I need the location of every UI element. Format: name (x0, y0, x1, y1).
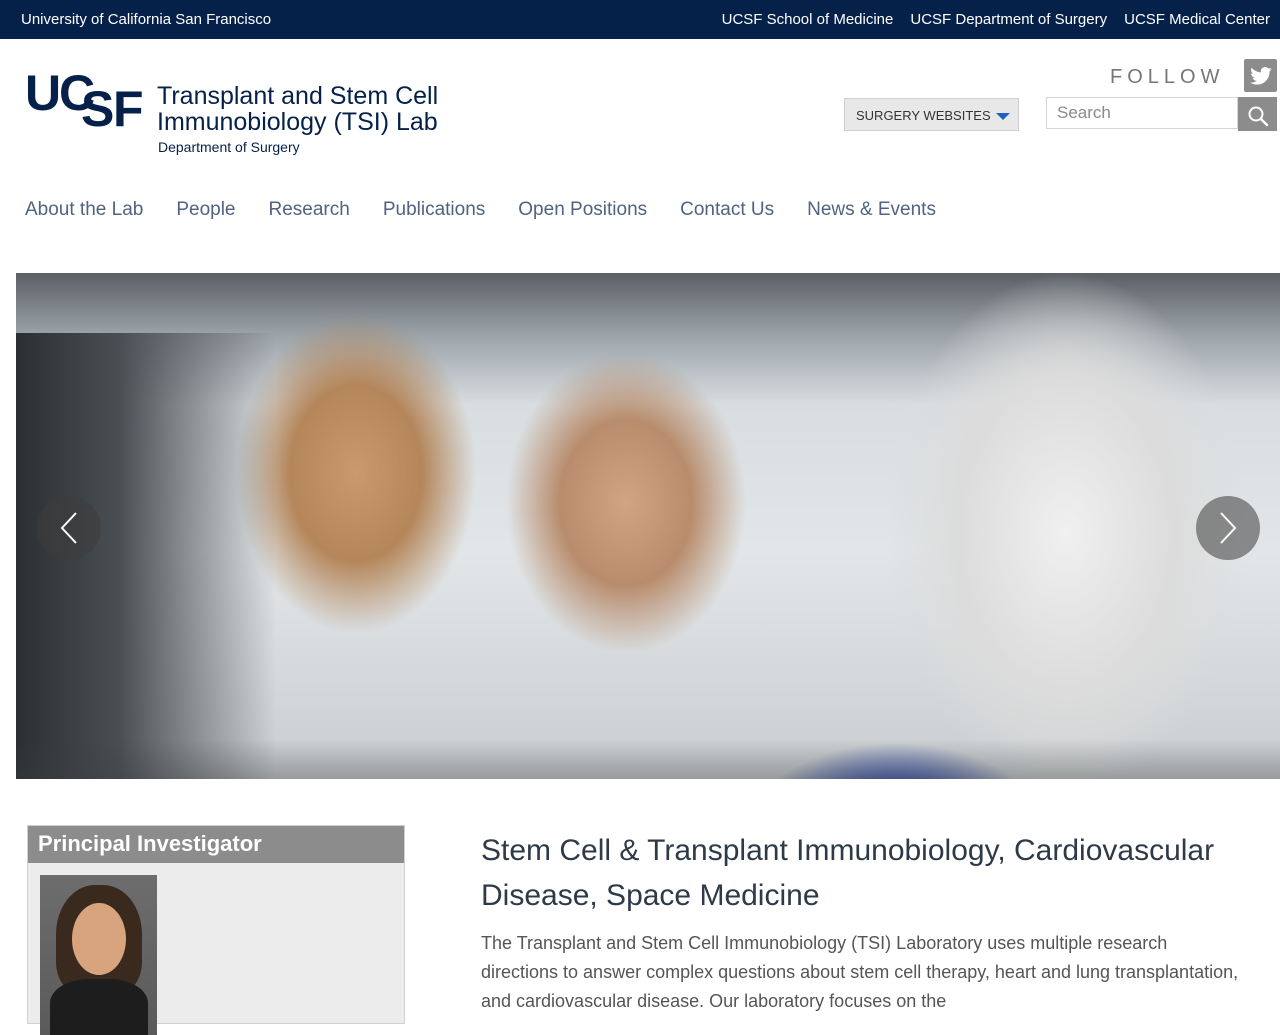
nav-publications[interactable]: Publications (383, 199, 485, 221)
site-title[interactable]: Transplant and Stem Cell Immunobiology (… (157, 83, 457, 135)
medical-center-link[interactable]: UCSF Medical Center (1124, 11, 1270, 28)
top-bar: University of California San Francisco U… (0, 0, 1280, 39)
hero-bottom-shade (16, 739, 1280, 779)
twitter-icon[interactable] (1244, 59, 1277, 92)
surgery-websites-dropdown[interactable]: SURGERY WEBSITES (844, 98, 1019, 131)
page-headline: Stem Cell & Transplant Immunobiology, Ca… (481, 834, 1215, 912)
photo-face (72, 903, 126, 975)
nav-about-the-lab[interactable]: About the Lab (25, 199, 143, 221)
nav-open-positions[interactable]: Open Positions (518, 199, 647, 221)
nav-news-events[interactable]: News & Events (807, 199, 936, 221)
site-subtitle: Department of Surgery (158, 139, 300, 155)
site-title-line2: Immunobiology (TSI) Lab (157, 108, 438, 136)
nav-people[interactable]: People (176, 199, 235, 221)
site-title-line1: Transplant and Stem Cell (157, 82, 439, 110)
ucsf-logo-mark: UCSF (25, 65, 143, 137)
principal-investigator-photo[interactable] (40, 875, 157, 1035)
follow-label: FOLLOW (1110, 66, 1225, 88)
carousel-next-button[interactable] (1196, 496, 1260, 560)
main-navigation: About the Lab People Research Publicatio… (25, 199, 969, 221)
search-icon (1248, 106, 1269, 127)
nav-contact-us[interactable]: Contact Us (680, 199, 774, 221)
search-button[interactable] (1238, 97, 1277, 131)
caret-down-icon (996, 113, 1010, 120)
department-of-surgery-link[interactable]: UCSF Department of Surgery (910, 11, 1107, 28)
school-of-medicine-link[interactable]: UCSF School of Medicine (722, 11, 894, 28)
chevron-right-icon (1220, 512, 1237, 544)
surgery-websites-label: SURGERY WEBSITES (856, 108, 991, 123)
carousel-prev-button[interactable] (37, 496, 101, 560)
photo-body (50, 979, 148, 1035)
principal-investigator-heading: Principal Investigator (28, 826, 404, 863)
nav-research[interactable]: Research (269, 199, 350, 221)
top-links: UCSF School of Medicine UCSF Department … (722, 11, 1270, 28)
principal-investigator-box: Principal Investigator (27, 825, 405, 1035)
intro-paragraph: The Transplant and Stem Cell Immunobiolo… (481, 933, 1239, 1011)
chevron-left-icon (60, 512, 77, 544)
hero-carousel-image (16, 273, 1280, 779)
search-input[interactable] (1046, 97, 1238, 129)
university-link[interactable]: University of California San Francisco (21, 11, 271, 28)
